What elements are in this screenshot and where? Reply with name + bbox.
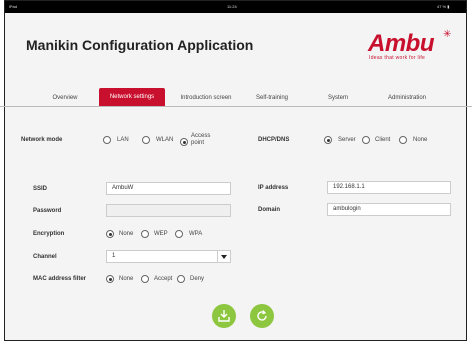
encryption-none-label: None xyxy=(119,231,134,237)
tab-overview[interactable]: Overview xyxy=(40,89,90,107)
password-label: Password xyxy=(33,208,62,214)
dhcp-client-radio[interactable] xyxy=(362,136,370,144)
device-label: iPad xyxy=(9,4,18,9)
battery-status: 47 % ▮ xyxy=(437,4,450,9)
ip-address-label: IP address xyxy=(258,185,289,191)
mac-filter-accept-label: Accept xyxy=(154,276,173,282)
encryption-none-radio[interactable] xyxy=(106,230,114,238)
network-mode-wlan-radio[interactable] xyxy=(142,136,150,144)
tab-introduction-screen[interactable]: Introduction screen xyxy=(174,89,238,107)
app-title: Manikin Configuration Application xyxy=(26,37,254,53)
ssid-field[interactable]: AmbuW xyxy=(106,182,231,195)
chevron-down-icon[interactable] xyxy=(217,250,231,263)
dhcp-none-label: None xyxy=(413,137,428,143)
tab-self-training[interactable]: Self-training xyxy=(247,89,297,107)
dhcp-client-label: Client xyxy=(375,137,391,143)
encryption-wep-radio[interactable] xyxy=(141,230,149,238)
network-mode-access-point-radio[interactable] xyxy=(180,138,188,146)
dhcp-dns-label: DHCP/DNS xyxy=(258,137,290,143)
mac-filter-deny-label: Deny xyxy=(190,276,205,282)
network-mode-point-label: point xyxy=(191,140,205,146)
status-bar: iPad 11:24 47 % ▮ xyxy=(5,1,466,13)
channel-select[interactable]: 1 xyxy=(106,250,218,263)
encryption-wpa-label: WPA xyxy=(189,231,203,237)
dhcp-none-radio[interactable] xyxy=(399,136,407,144)
encryption-label: Encryption xyxy=(33,231,65,237)
domain-label: Domain xyxy=(258,207,281,213)
ip-address-field[interactable]: 192.168.1.1 xyxy=(327,181,451,194)
network-mode-wlan-label: WLAN xyxy=(156,137,174,143)
save-icon xyxy=(218,310,230,322)
domain-field[interactable]: ambulogin xyxy=(327,203,451,216)
password-field[interactable] xyxy=(106,204,231,217)
mac-filter-accept-radio[interactable] xyxy=(141,275,149,283)
refresh-button[interactable] xyxy=(250,304,274,328)
ambu-logo: Ambu ✳ Ideas that work for life xyxy=(368,29,452,61)
dhcp-server-label: Server xyxy=(338,137,356,143)
logo-star-icon: ✳ xyxy=(443,29,452,40)
network-mode-access-label: Access xyxy=(191,133,211,139)
tab-bar: Overview Network settings Introduction s… xyxy=(0,84,472,107)
clock: 11:24 xyxy=(227,4,237,9)
save-button[interactable] xyxy=(212,304,236,328)
encryption-wep-label: WEP xyxy=(154,231,168,237)
mac-filter-none-radio[interactable] xyxy=(106,275,114,283)
ssid-label: SSID xyxy=(33,186,48,192)
dhcp-server-radio[interactable] xyxy=(324,136,332,144)
tab-system[interactable]: System xyxy=(318,89,358,107)
tab-network-settings[interactable]: Network settings xyxy=(99,88,165,106)
encryption-wpa-radio[interactable] xyxy=(175,230,183,238)
network-mode-lan-label: LAN xyxy=(117,137,129,143)
network-mode-lan-radio[interactable] xyxy=(103,136,111,144)
refresh-icon xyxy=(257,310,267,321)
mac-filter-none-label: None xyxy=(119,276,134,282)
mac-filter-label: MAC address filter xyxy=(33,276,87,282)
tab-administration[interactable]: Administration xyxy=(372,89,442,107)
mac-filter-deny-radio[interactable] xyxy=(177,275,185,283)
network-mode-label: Network mode xyxy=(21,137,63,143)
channel-label: Channel xyxy=(33,254,57,260)
